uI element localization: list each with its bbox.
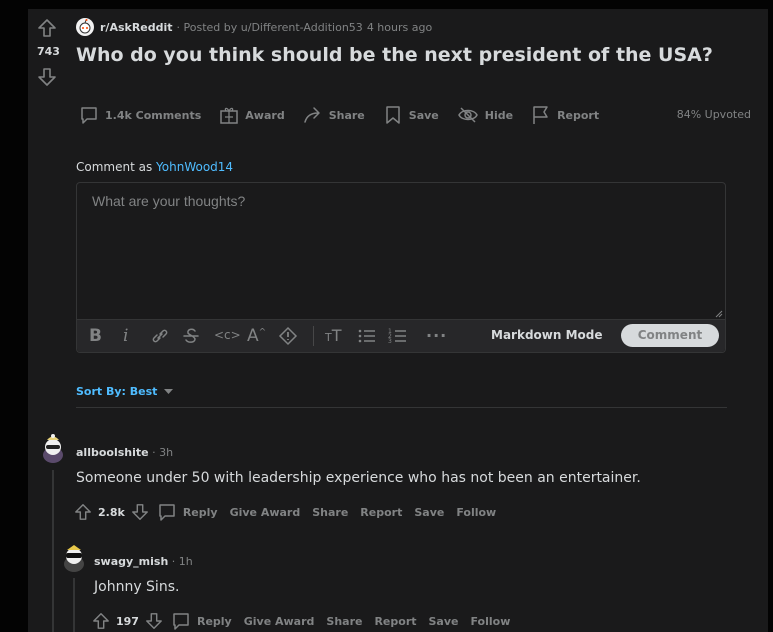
link-icon[interactable] xyxy=(151,326,169,346)
post-meta: r/AskReddit · Posted by u/Different-Addi… xyxy=(76,17,432,37)
editor-toolbar: B i <c> A^ TT 123 ··· Markdown Mode Comm… xyxy=(77,319,725,352)
comment-body: Johnny Sins. xyxy=(94,579,180,595)
report-button[interactable]: Report xyxy=(360,506,402,519)
report-button[interactable]: Report xyxy=(374,615,416,628)
comment-bubble-icon xyxy=(171,611,191,631)
give-award-button[interactable]: Give Award xyxy=(244,615,315,628)
more-options-icon[interactable]: ··· xyxy=(426,326,447,345)
post-time: 4 hours ago xyxy=(366,20,433,34)
report-button[interactable]: Report xyxy=(531,105,599,125)
upvote-arrow-icon[interactable] xyxy=(92,611,110,631)
comment-submit-button[interactable]: Comment xyxy=(621,324,719,347)
italic-icon[interactable]: i xyxy=(123,326,128,346)
thread-line[interactable] xyxy=(52,470,54,632)
comment-body: Someone under 50 with leadership experie… xyxy=(76,470,641,486)
comment-bubble-icon xyxy=(157,502,177,522)
subreddit-logo-icon[interactable] xyxy=(76,18,94,36)
strikethrough-icon[interactable] xyxy=(182,326,200,346)
sort-label: Sort By: Best xyxy=(76,385,158,398)
subreddit-link[interactable]: r/AskReddit xyxy=(100,21,173,34)
share-arrow-icon xyxy=(303,105,329,125)
avatar[interactable] xyxy=(38,433,68,463)
downvote-arrow-icon[interactable] xyxy=(131,502,149,522)
follow-button[interactable]: Follow xyxy=(456,506,496,519)
flag-icon xyxy=(531,105,557,125)
comment-bubble-icon xyxy=(79,105,105,125)
bold-icon[interactable]: B xyxy=(89,326,102,346)
award-button[interactable]: Award xyxy=(219,105,285,125)
svg-text:3: 3 xyxy=(388,338,392,345)
current-username[interactable]: YohnWood14 xyxy=(156,160,233,174)
save-button[interactable]: Save xyxy=(383,105,439,125)
post-score: 743 xyxy=(37,45,60,58)
bookmark-icon xyxy=(383,105,409,125)
heading-icon[interactable]: TT xyxy=(325,326,342,345)
reply-button[interactable]: Reply xyxy=(197,615,232,628)
reply-button[interactable]: Reply xyxy=(183,506,218,519)
give-award-button[interactable]: Give Award xyxy=(230,506,301,519)
sort-divider xyxy=(76,407,727,408)
posted-by[interactable]: · Posted by u/Different-Addition53 xyxy=(177,21,363,34)
comment-actions: 2.8k Reply Give Award Share Report Save … xyxy=(74,502,508,522)
gift-icon xyxy=(219,105,245,125)
post-title: Who do you think should be the next pres… xyxy=(76,44,713,66)
upvote-arrow-icon[interactable] xyxy=(74,502,92,522)
comment-time: · 1h xyxy=(171,555,193,568)
upvote-ratio: 84% Upvoted xyxy=(676,108,751,121)
comment-points: 2.8k xyxy=(98,505,125,519)
downvote-arrow-icon[interactable] xyxy=(145,611,163,631)
numbered-list-icon[interactable]: 123 xyxy=(388,326,408,346)
share-label: Share xyxy=(328,108,365,122)
comment-time: · 3h xyxy=(152,446,174,459)
hide-label: Hide xyxy=(484,108,514,122)
share-button[interactable]: Share xyxy=(312,506,348,519)
comment-author-line: swagy_mish · 1h xyxy=(94,555,193,568)
award-label: Award xyxy=(245,108,285,122)
sort-dropdown[interactable]: Sort By: Best xyxy=(76,385,174,398)
eye-slash-icon xyxy=(457,105,485,125)
comment-actions: 197 Reply Give Award Share Report Save F… xyxy=(92,611,522,631)
comment-author[interactable]: allboolshite xyxy=(76,446,149,459)
bulleted-list-icon[interactable] xyxy=(357,326,377,346)
follow-button[interactable]: Follow xyxy=(470,615,510,628)
report-label: Report xyxy=(557,108,600,122)
comments-button[interactable]: 1.4k Comments xyxy=(79,105,201,125)
caret-down-icon xyxy=(164,388,174,395)
toolbar-separator xyxy=(313,326,314,346)
spoiler-icon[interactable] xyxy=(278,326,298,346)
post-action-bar: 1.4k Comments Award Share Save Hide Repo… xyxy=(79,103,617,127)
upvote-arrow-icon[interactable] xyxy=(37,18,57,38)
comments-label: 1.4k Comments xyxy=(105,108,202,122)
comment-input[interactable] xyxy=(77,183,725,321)
inline-code-icon[interactable]: <c> xyxy=(214,328,241,342)
share-button[interactable]: Share xyxy=(326,615,362,628)
resize-handle-icon[interactable] xyxy=(715,310,723,318)
save-label: Save xyxy=(408,108,439,122)
save-button[interactable]: Save xyxy=(429,615,459,628)
comment-as: Comment as YohnWood14 xyxy=(76,160,233,174)
comment-author-line: allboolshite · 3h xyxy=(76,446,173,459)
hide-button[interactable]: Hide xyxy=(457,105,513,125)
save-button[interactable]: Save xyxy=(414,506,444,519)
comment-as-label: Comment as xyxy=(76,160,153,174)
thread-line[interactable] xyxy=(73,578,75,632)
share-button[interactable]: Share xyxy=(303,105,365,125)
avatar[interactable] xyxy=(59,542,89,572)
markdown-mode-button[interactable]: Markdown Mode xyxy=(491,328,603,342)
comment-author[interactable]: swagy_mish xyxy=(94,555,168,568)
comment-editor: B i <c> A^ TT 123 ··· Markdown Mode Comm… xyxy=(76,182,726,353)
superscript-icon[interactable]: A^ xyxy=(247,326,266,346)
downvote-arrow-icon[interactable] xyxy=(37,67,57,87)
comment-points: 197 xyxy=(116,614,139,628)
